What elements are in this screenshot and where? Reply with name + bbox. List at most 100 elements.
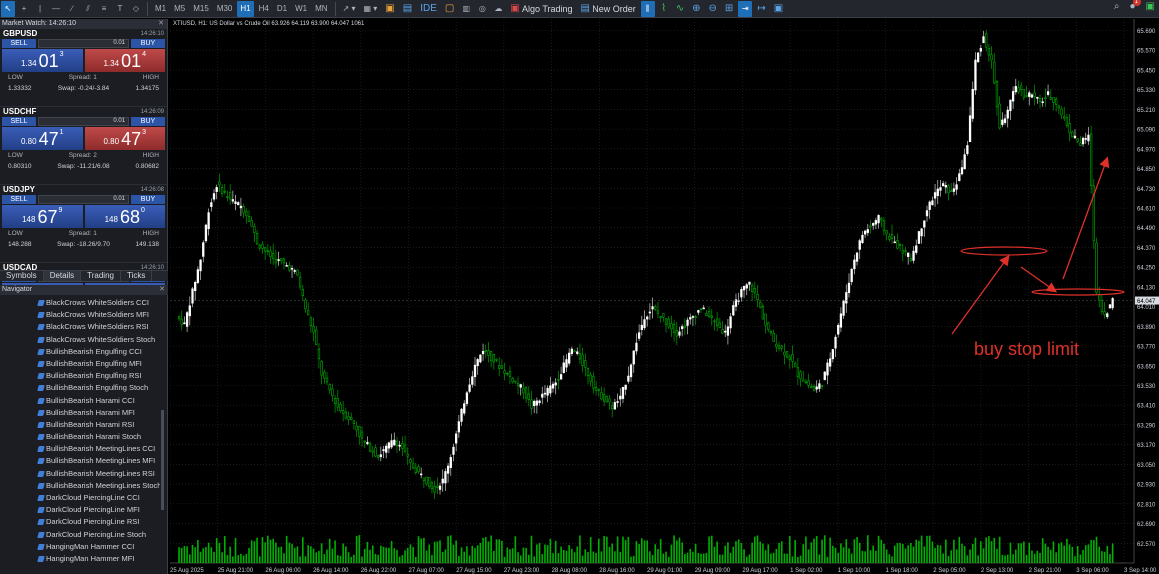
navigator-item[interactable]: BullishBearish Engulfing Stoch <box>0 382 160 394</box>
bid-price-tile[interactable]: 148 67 9 <box>2 205 83 228</box>
navigator-item[interactable]: BlackCrows WhiteSoldiers Stoch <box>0 334 160 346</box>
timeframe-h1[interactable]: H1 <box>237 0 254 17</box>
navigator-scrollbar[interactable] <box>161 410 164 510</box>
navigator-item[interactable]: BullishBearish Harami CCI <box>0 395 160 407</box>
trend-line-icon[interactable]: ∕ <box>65 1 79 17</box>
market-icon[interactable]: ▣ <box>382 1 397 17</box>
navigator-item[interactable]: BullishBearish MeetingLines RSI <box>0 468 160 480</box>
line-chart-icon[interactable]: ∿ <box>673 1 687 17</box>
candle-body <box>239 205 243 209</box>
tab-trading[interactable]: Trading <box>81 271 121 281</box>
crosshair-icon[interactable]: + <box>17 1 31 17</box>
profile-icon[interactable]: ▤ <box>400 1 415 17</box>
tab-ticks[interactable]: Ticks <box>121 271 153 281</box>
horizontal-line-icon[interactable]: — <box>49 1 63 17</box>
navigator-item[interactable]: BullishBearish Harami RSI <box>0 419 160 431</box>
account-icon[interactable]: ▣ <box>1146 1 1155 12</box>
bar-chart-icon[interactable]: ⫼ <box>640 0 655 17</box>
channel-icon[interactable]: ⫽ <box>81 1 95 17</box>
vertical-line-icon[interactable]: | <box>33 1 47 17</box>
navigator-item[interactable]: BlackCrows WhiteSoldiers RSI <box>0 321 160 333</box>
close-icon[interactable]: ✕ <box>159 285 168 295</box>
timeframe-m30[interactable]: M30 <box>214 1 236 17</box>
strategy-tester-icon[interactable]: ▥ <box>459 1 473 17</box>
tab-details[interactable]: Details <box>43 271 82 281</box>
templates-icon[interactable]: ▦ ▾ <box>360 1 380 17</box>
zoom-in-icon[interactable]: ⊕ <box>689 1 703 17</box>
fibonacci-icon[interactable]: ≡ <box>97 1 111 17</box>
algo-trading-button[interactable]: ▣ Algo Trading <box>507 1 575 17</box>
navigator-item[interactable]: BullishBearish MeetingLines MFI <box>0 455 160 467</box>
navigator-item[interactable]: BlackCrows WhiteSoldiers MFI <box>0 309 160 321</box>
timeframe-mn[interactable]: MN <box>312 1 330 17</box>
navigator-item[interactable]: BullishBearish Harami MFI <box>0 407 160 419</box>
ask-price-tile[interactable]: 1.34 01 4 <box>84 49 165 72</box>
chart-shift-icon[interactable]: ↦ <box>754 1 768 17</box>
close-icon[interactable]: ✕ <box>158 19 167 29</box>
bid-price-tile[interactable]: 1.34 01 3 <box>2 49 83 72</box>
timeframe-w1[interactable]: W1 <box>292 1 310 17</box>
sell-button[interactable]: SELL <box>2 195 36 204</box>
navigator-item[interactable]: DarkCloud PiercingLine Stoch <box>0 529 160 541</box>
navigator-item[interactable]: BullishBearish MeetingLines CCI <box>0 443 160 455</box>
timeframe-h4[interactable]: H4 <box>256 1 272 17</box>
chart-area[interactable]: 65.690 65.570 65.450 65.330 65.210 65.090 64.9… <box>170 19 1159 574</box>
symbol-block-gbpusd[interactable]: GBPUSD 14:26:10 SELL 0.01 BUY 1.34 01 3 … <box>0 29 167 107</box>
autoscroll-icon[interactable]: ⇥ <box>738 0 753 17</box>
lot-input[interactable]: 0.01 <box>38 39 129 48</box>
candle-body <box>1068 123 1071 134</box>
navigator-item[interactable]: BullishBearish Engulfing MFI <box>0 358 160 370</box>
navigator-item[interactable]: BullishBearish Engulfing RSI <box>0 370 160 382</box>
symbol-name[interactable]: USDCHF <box>3 107 36 117</box>
navigator-item[interactable]: BlackCrows WhiteSoldiers CCI <box>0 297 160 309</box>
buy-button[interactable]: BUY <box>131 195 165 204</box>
zoom-out-icon[interactable]: ⊖ <box>706 1 720 17</box>
ask-price-tile[interactable]: 148 68 0 <box>84 205 165 228</box>
navigator-item[interactable]: DarkCloud PiercingLine RSI <box>0 516 160 528</box>
lot-input[interactable]: 0.01 <box>38 117 129 126</box>
symbol-time: 14:26:10 <box>140 31 164 37</box>
price-chart[interactable]: 65.690 65.570 65.450 65.330 65.210 65.090 64.9… <box>170 19 1159 574</box>
screenshot-icon[interactable]: ▣ <box>771 1 786 17</box>
lot-input[interactable]: 0.01 <box>38 195 129 204</box>
text-tool-icon[interactable]: T <box>113 1 127 17</box>
lock-icon[interactable]: ▢ <box>442 1 457 17</box>
navigator-item[interactable]: BullishBearish MeetingLines Stoch <box>0 480 160 492</box>
symbol-name[interactable]: USDJPY <box>3 185 35 195</box>
new-order-button[interactable]: ▤ New Order <box>578 1 639 17</box>
candle-body <box>428 477 431 488</box>
timeframe-m1[interactable]: M1 <box>152 1 169 17</box>
search-icon[interactable]: ⌕ <box>1114 1 1120 12</box>
shapes-icon[interactable]: ◇ <box>129 1 143 17</box>
symbol-block-usdjpy[interactable]: USDJPY 14:26:08 SELL 0.01 BUY 148 67 9 1… <box>0 185 167 263</box>
sell-button[interactable]: SELL <box>2 39 36 48</box>
ask-price-tile[interactable]: 0.80 47 3 <box>84 127 165 150</box>
navigator-item[interactable]: DarkCloud PiercingLine CCI <box>0 492 160 504</box>
navigator-item[interactable]: DarkCloud PiercingLine MFI <box>0 504 160 516</box>
symbol-block-usdchf[interactable]: USDCHF 14:26:09 SELL 0.01 BUY 0.80 47 1 … <box>0 107 167 185</box>
bid-price-tile[interactable]: 0.80 47 1 <box>2 127 83 150</box>
ide-icon[interactable]: IDE <box>417 1 440 17</box>
navigator-item[interactable]: BullishBearish Engulfing CCI <box>0 346 160 358</box>
buy-button[interactable]: BUY <box>131 39 165 48</box>
navigator-item[interactable]: HangingMan Hammer MFI <box>0 553 160 565</box>
buy-button[interactable]: BUY <box>131 117 165 126</box>
candlestick-chart-icon[interactable]: ⌇ <box>657 1 671 17</box>
x-tick-label: 1 Sep 10:00 <box>838 568 871 574</box>
notifications-icon[interactable]: ● 1 <box>1130 0 1141 12</box>
timeframe-m15[interactable]: M15 <box>190 1 212 17</box>
grid-icon[interactable]: ⊞ <box>722 1 736 17</box>
indicators-icon[interactable]: ↗ ▾ <box>340 1 359 17</box>
bid-price-big: 01 <box>38 51 59 71</box>
vps-icon[interactable]: ☁ <box>491 1 505 17</box>
sell-button[interactable]: SELL <box>2 117 36 126</box>
symbol-name[interactable]: GBPUSD <box>3 29 37 39</box>
navigator-item[interactable]: BullishBearish Harami Stoch <box>0 431 160 443</box>
timeframe-m5[interactable]: M5 <box>171 1 188 17</box>
timeframe-d1[interactable]: D1 <box>274 1 290 17</box>
swap-value: Swap: -11.21/6.08 <box>57 163 110 170</box>
tab-symbols[interactable]: Symbols <box>0 271 44 281</box>
cursor-tool-icon[interactable]: ↖ <box>1 0 15 17</box>
signals-icon[interactable]: ◎ <box>475 1 489 17</box>
navigator-item[interactable]: HangingMan Hammer CCI <box>0 541 160 553</box>
